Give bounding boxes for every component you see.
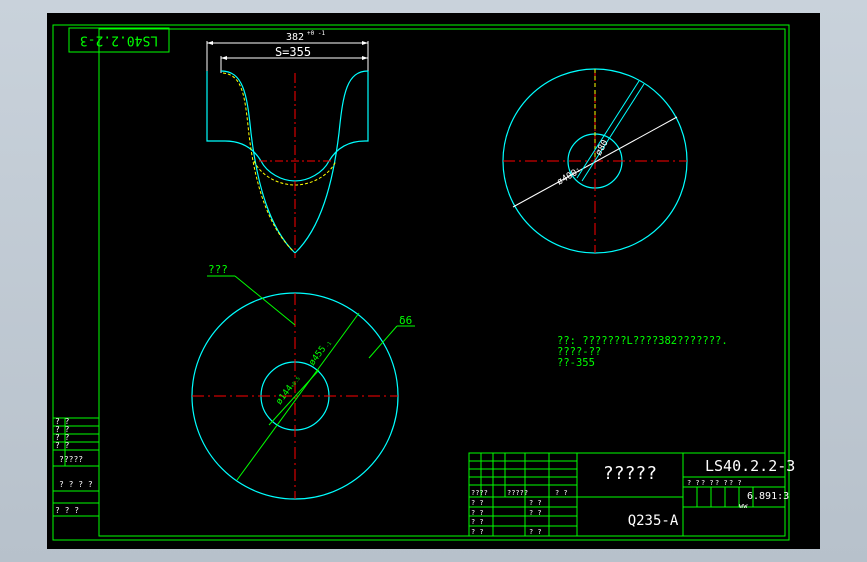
left-strip-label: ? ?	[55, 441, 70, 450]
ring-dim-outer-tol: -1	[573, 168, 581, 176]
blank-dim-outer: ø455	[307, 344, 328, 367]
title-weight-label: ? ?	[729, 479, 742, 487]
blank-view: ??? δ6 ø455 -1 ø144 +0.5	[191, 263, 415, 500]
left-strip-label: ?????	[59, 455, 83, 464]
title-sign-label: ? ?	[555, 489, 568, 497]
outer-border	[52, 24, 790, 541]
profile-dim-s: S=355	[275, 45, 311, 59]
title-row-label: ????	[471, 489, 488, 497]
profile-dim-top: 382	[286, 32, 304, 43]
drawing-sheet: LS40.2.2-3 ? ? ? ? ? ? ? ? ????? ? ? ? ?…	[52, 24, 795, 541]
title-row-label: ? ?	[471, 509, 484, 517]
technical-notes: ??: ???????L????382???????. ????-?? ??-3…	[557, 335, 728, 369]
material: Q235-A	[628, 513, 679, 529]
profile-view: 382 +0 -1 S=355	[206, 30, 369, 258]
title-weight-label: ? ?	[701, 479, 714, 487]
ring-view: ø400 -1 ø80	[502, 68, 688, 254]
inner-border	[98, 28, 786, 537]
title-row-label: ? ?	[471, 518, 484, 526]
cad-drawing-canvas[interactable]: LS40.2.2-3 ? ? ? ? ? ? ? ? ????? ? ? ? ?…	[47, 13, 820, 549]
rotated-drawing-number-box: LS40.2.2-3	[68, 27, 170, 53]
ww-label: ww	[739, 502, 748, 510]
title-row-label: ?????	[507, 489, 528, 497]
blank-dim-outer-tol: -1	[325, 341, 333, 349]
title-sign-label: ? ?	[529, 509, 542, 517]
title-weight-label: ? ?	[687, 479, 700, 487]
title-weight-label: ? ?	[715, 479, 728, 487]
title-row-label: ? ?	[471, 499, 484, 507]
blank-dim-inner-tol: +0.5	[290, 376, 302, 389]
blank-leader-label: ???	[208, 263, 228, 276]
profile-dim-top-tol: +0 -1	[307, 30, 325, 37]
blank-thickness-label: δ6	[399, 314, 412, 327]
part-name: ?????	[603, 463, 657, 484]
title-sign-label: ? ?	[529, 528, 542, 536]
left-strip-label: ? ? ? ?	[59, 480, 93, 489]
scale: 6.891:3	[747, 491, 789, 502]
drawing-number: LS40.2.2-3	[705, 457, 795, 475]
title-sign-label: ? ?	[529, 499, 542, 507]
title-sign-label: ? ?	[471, 528, 484, 536]
note-line-3: ??-355	[557, 357, 595, 369]
rotated-drawing-number: LS40.2.2-3	[80, 33, 158, 48]
left-strip-label: ? ? ?	[55, 506, 79, 515]
